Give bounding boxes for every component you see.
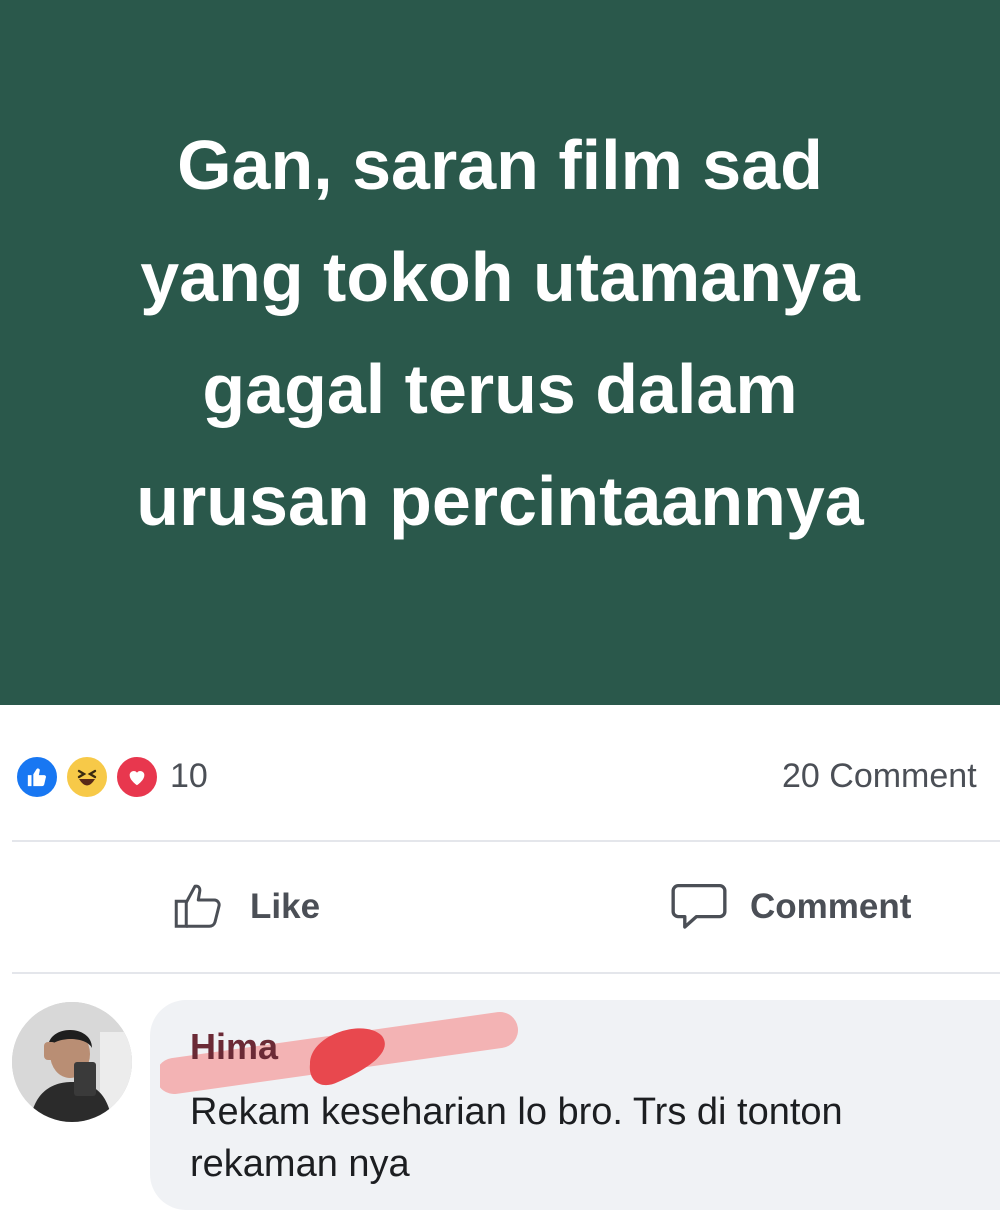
post-text: Gan, saran film sad yang tokoh utamanya …	[136, 125, 864, 540]
speech-bubble-icon	[668, 874, 730, 941]
divider	[12, 972, 1000, 974]
comment-button[interactable]: Comment	[668, 872, 911, 942]
comment-author-name[interactable]: Hima	[190, 1026, 278, 1068]
thumbs-up-icon	[170, 875, 230, 940]
comment-label: Comment	[750, 887, 912, 926]
comment-bubble: Hima Rekam keseharian lo bro. Trs di ton…	[150, 1000, 1000, 1210]
comment-text: Rekam keseharian lo bro. Trs di tonton r…	[190, 1091, 843, 1185]
like-label: Like	[250, 887, 321, 926]
like-button[interactable]: Like	[170, 872, 320, 942]
love-icon	[114, 754, 160, 800]
reaction-icons[interactable]	[14, 754, 164, 800]
divider	[12, 840, 1000, 842]
post-banner: Gan, saran film sad yang tokoh utamanya …	[0, 0, 1000, 705]
avatar[interactable]	[12, 1002, 132, 1122]
reaction-count[interactable]: 10	[170, 754, 208, 798]
like-icon	[14, 754, 60, 800]
comment-item: Hima Rekam keseharian lo bro. Trs di ton…	[0, 1000, 1000, 1210]
comments-count-link[interactable]: 20 Comment	[782, 754, 977, 798]
reactions-bar[interactable]: 10 20 Comment	[0, 740, 1000, 810]
haha-icon	[64, 754, 110, 800]
